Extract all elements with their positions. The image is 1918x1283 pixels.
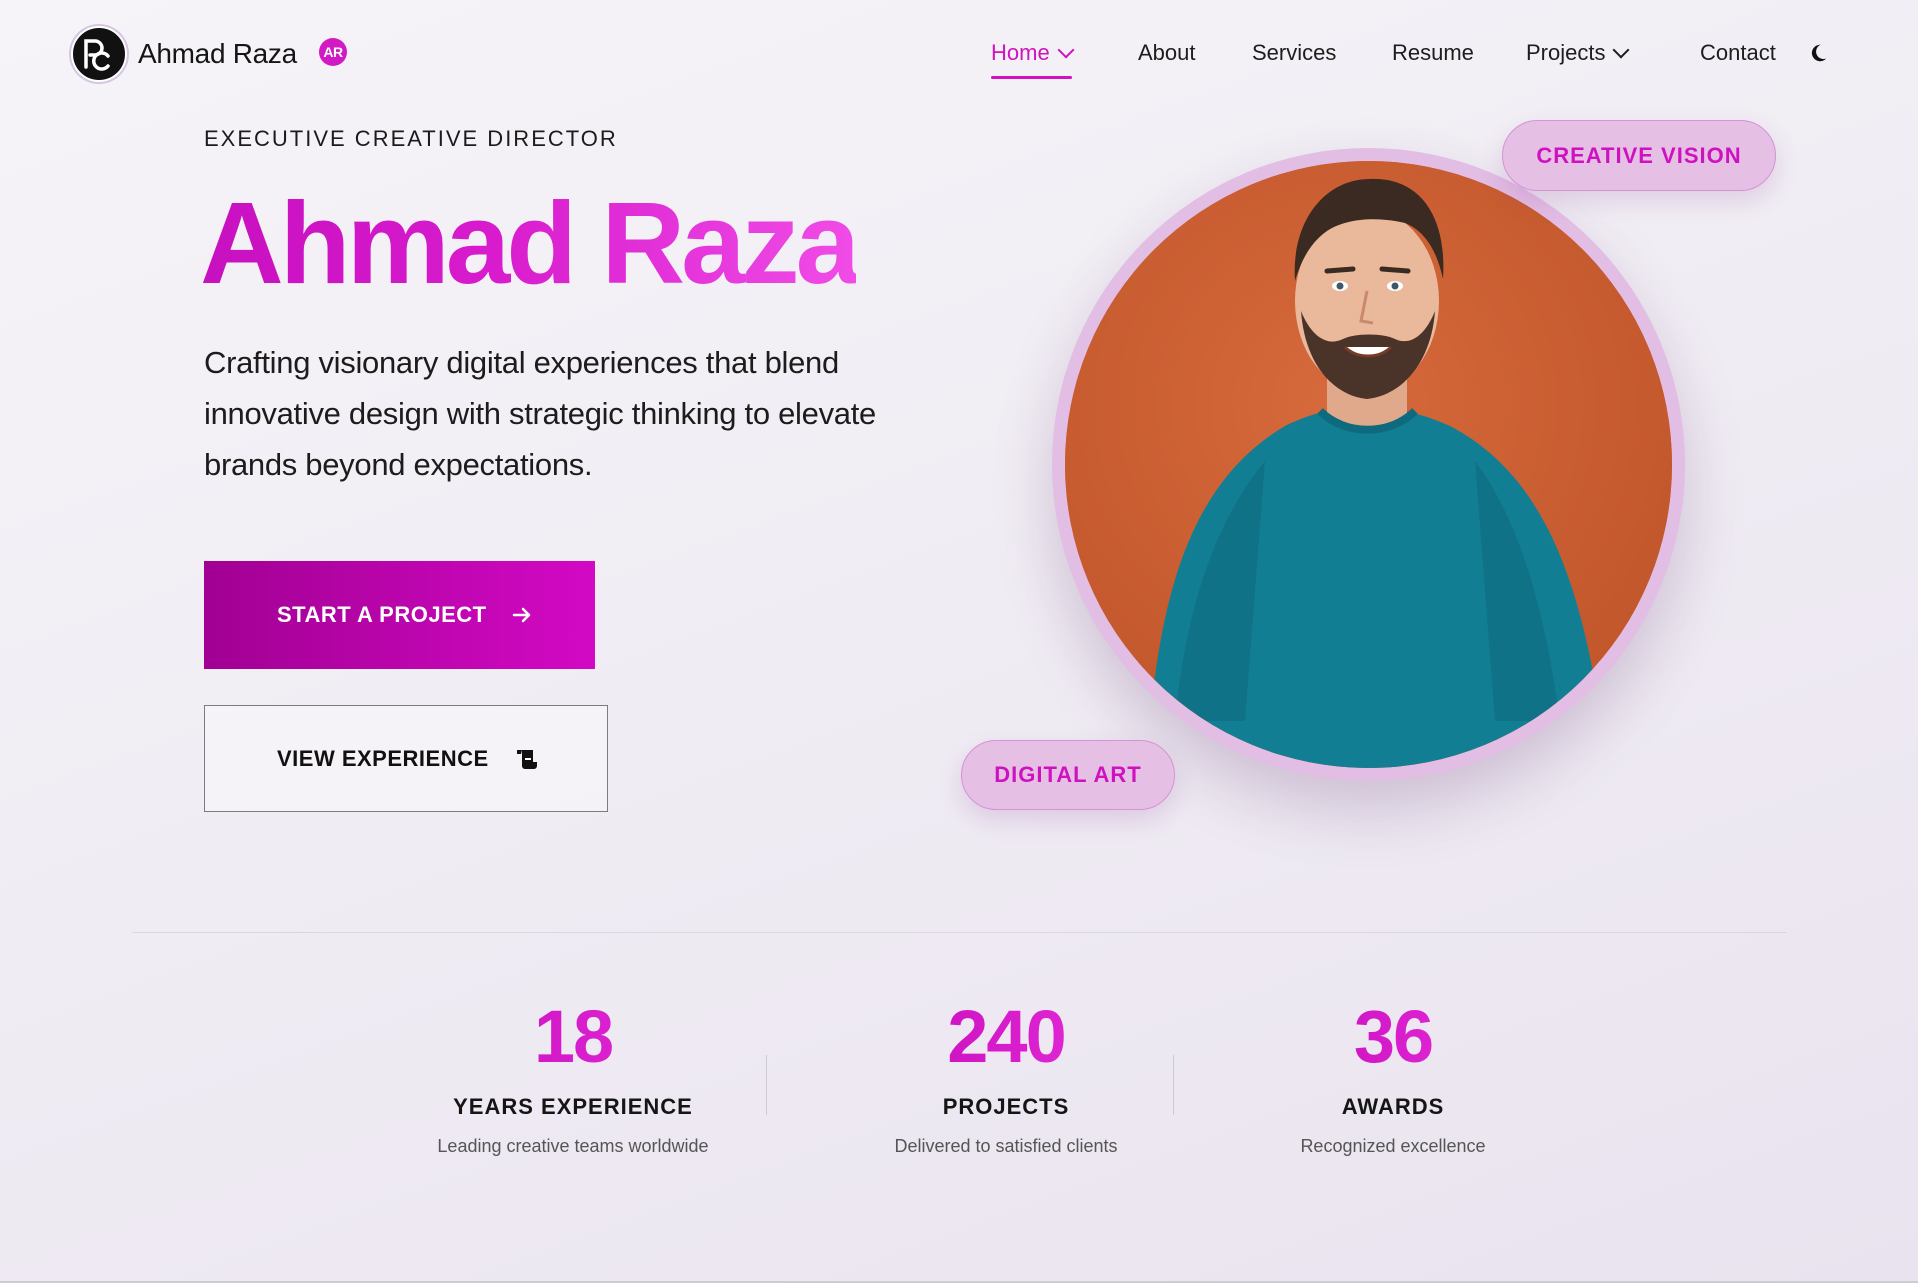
nav-item-projects[interactable]: Projects xyxy=(1526,40,1630,66)
stat-label: AWARDS xyxy=(1341,1094,1445,1119)
nav-item-about[interactable]: About xyxy=(1138,40,1196,66)
stat-label: PROJECTS xyxy=(942,1094,1070,1119)
section-divider xyxy=(132,932,1787,933)
site-header: Ahmad Raza AR Home About Services Resume… xyxy=(0,0,1918,110)
stat-description: Delivered to satisfied clients xyxy=(894,1136,1118,1156)
nav-item-services[interactable]: Services xyxy=(1252,40,1336,66)
stat-description: Leading creative teams worldwide xyxy=(437,1136,709,1156)
stat-years: 18 YEARS EXPERIENCE Leading creative tea… xyxy=(437,1000,708,1157)
main-nav: Home About Services Resume Projects Cont… xyxy=(0,40,1918,80)
creative-vision-tag: CREATIVE VISION xyxy=(1502,120,1776,191)
stat-separator xyxy=(1173,1055,1174,1115)
hero-description: Crafting visionary digital experiences t… xyxy=(204,345,876,482)
start-project-label: START A PROJECT xyxy=(277,602,487,627)
digital-art-tag: DIGITAL ART xyxy=(961,740,1175,810)
start-project-button[interactable]: START A PROJECT xyxy=(204,561,595,669)
stat-value: 240 xyxy=(894,1000,1117,1074)
chevron-down-icon xyxy=(1612,41,1630,59)
stat-value: 36 xyxy=(1300,1000,1485,1074)
hero-title: Ahmad Raza xyxy=(200,178,860,308)
nav-item-label: Services xyxy=(1252,40,1337,65)
scroll-icon xyxy=(516,749,537,769)
nav-item-label: Contact xyxy=(1700,40,1776,65)
moon-icon[interactable] xyxy=(1807,42,1831,66)
view-experience-button[interactable]: VIEW EXPERIENCE xyxy=(204,705,608,812)
arrow-right-icon xyxy=(512,607,530,623)
nav-item-label: Resume xyxy=(1392,40,1474,65)
stat-value: 18 xyxy=(437,1000,708,1074)
nav-item-contact[interactable]: Contact xyxy=(1700,40,1776,66)
nav-item-home[interactable]: Home xyxy=(991,40,1075,79)
view-experience-label: VIEW EXPERIENCE xyxy=(277,745,489,771)
stat-awards: 36 AWARDS Recognized excellence xyxy=(1300,1000,1485,1157)
hero-eyebrow: EXECUTIVE CREATIVE DIRECTOR xyxy=(204,126,618,151)
chevron-down-icon xyxy=(1057,41,1075,59)
nav-item-label: Home xyxy=(991,40,1050,65)
stat-separator xyxy=(766,1055,767,1115)
stat-label: YEARS EXPERIENCE xyxy=(453,1094,693,1119)
stat-description: Recognized excellence xyxy=(1300,1136,1486,1156)
stat-projects: 240 PROJECTS Delivered to satisfied clie… xyxy=(894,1000,1117,1157)
profile-portrait xyxy=(1065,161,1672,768)
nav-item-label: Projects xyxy=(1526,40,1606,65)
nav-item-resume[interactable]: Resume xyxy=(1392,40,1474,66)
nav-item-label: About xyxy=(1138,40,1196,65)
